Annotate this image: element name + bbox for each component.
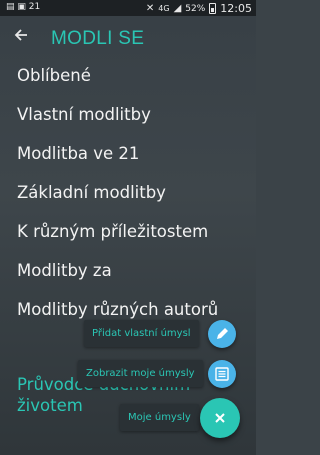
menu-item-zakladni-modlitby[interactable]: Základní modlitby xyxy=(17,183,166,202)
notification-count: 21 xyxy=(28,2,41,12)
status-left: ▤ ▣ 21 xyxy=(6,2,40,12)
signal-icon: ◢ xyxy=(173,3,182,14)
menu-item-modlitba-ve-21[interactable]: Modlitba ve 21 xyxy=(17,144,139,163)
battery-icon xyxy=(209,3,217,14)
menu-item-k-ruznym-prilezitostem[interactable]: K různým příležitostem xyxy=(17,222,208,241)
notification-icon: ▤ xyxy=(6,2,15,12)
mute-icon: ✕ xyxy=(145,3,155,14)
menu-item-oblibene[interactable]: Oblíbené xyxy=(17,66,91,85)
my-intentions-label[interactable]: Moje úmysly xyxy=(120,404,199,431)
show-intentions-button[interactable] xyxy=(208,360,236,388)
image-icon: ▣ xyxy=(17,2,26,12)
status-bar: ▤ ▣ 21 ✕ 4G ◢ 52% 12:05 xyxy=(0,0,256,16)
battery-percent: 52% xyxy=(185,3,206,14)
arrow-left-icon[interactable] xyxy=(10,26,32,48)
menu-item-vlastni-modlitby[interactable]: Vlastní modlitby xyxy=(17,105,151,124)
close-icon xyxy=(215,413,225,423)
main-screen: MODLI SE Oblíbené Vlastní modlitby Modli… xyxy=(0,16,256,455)
page-title: MODLI SE xyxy=(51,28,145,49)
menu-item-modlitby-ruznych-autoru[interactable]: Modlitby různých autorů xyxy=(17,300,218,319)
add-intention-button[interactable] xyxy=(208,320,236,348)
show-intentions-label[interactable]: Zobrazit moje úmysly xyxy=(78,360,203,387)
network-label: 4G xyxy=(158,4,170,13)
arrow-left-icon-svg xyxy=(14,29,27,41)
close-fab-button[interactable] xyxy=(200,398,240,438)
pencil-icon xyxy=(217,328,228,339)
menu-item-modlitby-za[interactable]: Modlitby za xyxy=(17,261,112,280)
add-intention-label[interactable]: Přidat vlastní úmysl xyxy=(84,320,199,347)
status-right: ✕ 4G ◢ 52% 12:05 xyxy=(146,2,252,15)
clock: 12:05 xyxy=(220,2,252,15)
list-icon xyxy=(215,367,229,381)
app-bar: MODLI SE xyxy=(0,16,256,62)
